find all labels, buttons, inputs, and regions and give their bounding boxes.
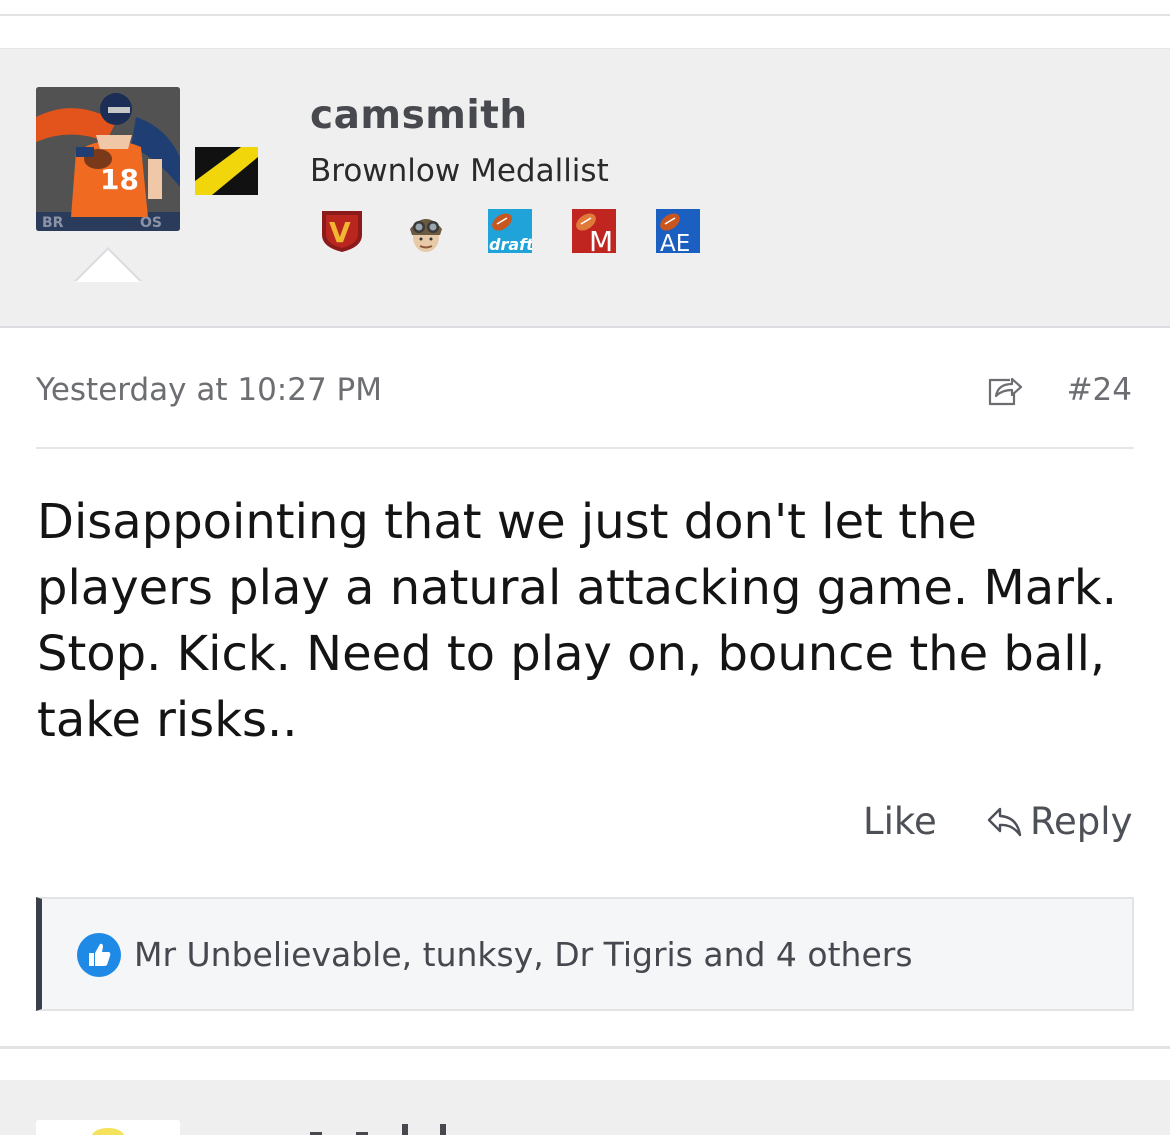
post-actions: Like Reply [36, 796, 1134, 852]
post-message: Disappointing that we just don't let the… [37, 494, 1117, 748]
post-user-header: BR OS 18 camsmith Brownlow Medallist V d… [0, 48, 1170, 328]
thumbs-up-icon [76, 932, 122, 978]
quarterback-avatar-icon: BR OS 18 [36, 87, 180, 231]
svg-text:OS: OS [140, 215, 162, 231]
post-timestamp[interactable]: Yesterday at 10:27 PM [36, 372, 382, 408]
user-title: Brownlow Medallist [310, 153, 609, 189]
post-permalink[interactable]: #24 [1067, 372, 1132, 408]
v-shield-badge-icon[interactable]: V [320, 209, 364, 253]
header-pointer-fill [76, 250, 140, 282]
svg-text:BR: BR [42, 215, 64, 231]
svg-text:V: V [329, 216, 351, 249]
m-football-badge-icon[interactable]: M [572, 209, 616, 258]
share-icon[interactable] [984, 368, 1024, 408]
forum-thread-page: BR OS 18 camsmith Brownlow Medallist V d… [0, 0, 1170, 1135]
reply-label: Reply [1030, 800, 1133, 843]
username-link[interactable]: camsmith [310, 93, 528, 138]
likes-list-link[interactable]: Mr Unbelievable, tunksy, Dr Tigris and 4… [134, 935, 913, 974]
likes-summary: Mr Unbelievable, tunksy, Dr Tigris and 4… [36, 897, 1134, 1011]
like-button[interactable]: Like [863, 800, 937, 843]
ae-football-badge-icon[interactable]: AE [656, 209, 700, 257]
post-meta: Yesterday at 10:27 PM #24 [36, 368, 1134, 416]
next-post-header [0, 1080, 1170, 1135]
next-user-avatar[interactable] [36, 1120, 180, 1135]
meta-divider [36, 447, 1134, 449]
svg-text:M: M [589, 225, 613, 253]
top-divider [0, 14, 1170, 16]
svg-text:AE: AE [660, 231, 690, 253]
next-username-partial [310, 1124, 460, 1135]
reply-arrow-icon [987, 807, 1022, 837]
svg-text:draft: draft [489, 235, 532, 253]
black-yellow-diagonal-flag-icon [195, 147, 258, 195]
user-avatar[interactable]: BR OS 18 [36, 87, 180, 231]
reply-button[interactable]: Reply [986, 800, 1132, 843]
draft-football-badge-icon[interactable]: draft [488, 209, 535, 254]
svg-text:18: 18 [100, 163, 139, 196]
bottom-divider [0, 1046, 1170, 1049]
aviator-helmet-badge-icon[interactable] [404, 209, 448, 253]
